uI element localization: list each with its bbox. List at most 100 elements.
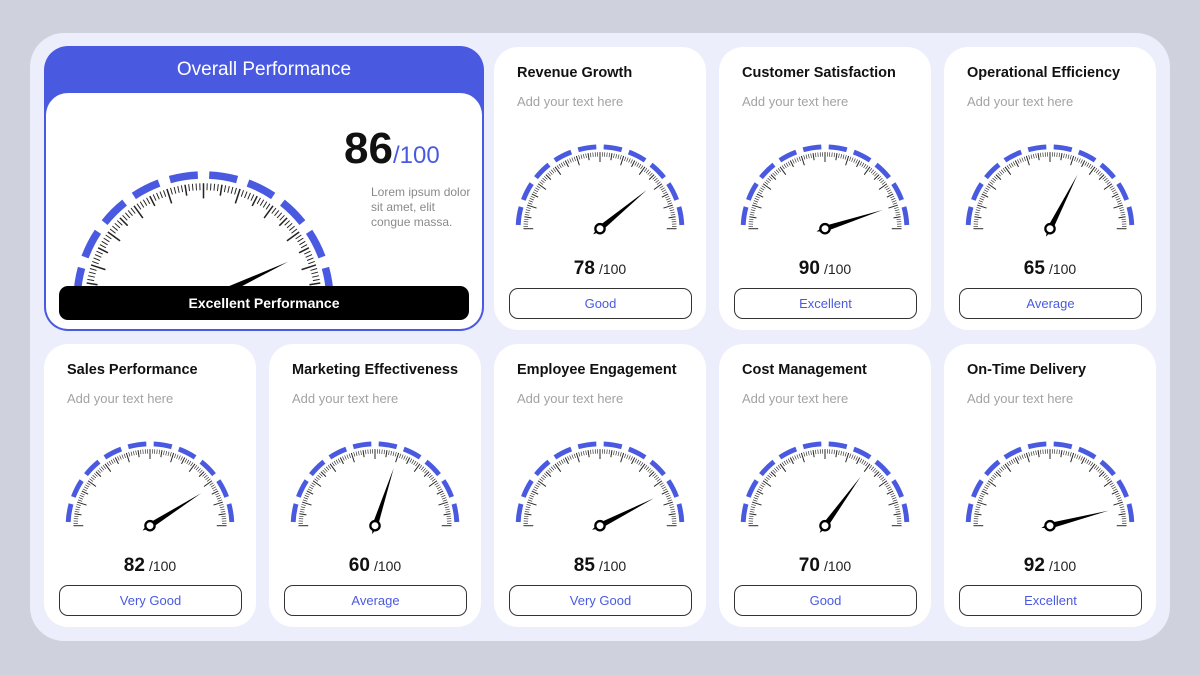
gauge-tick <box>442 499 448 502</box>
gauge-arc-segment <box>676 206 685 226</box>
gauge-tick <box>394 452 397 457</box>
gauge-arc-segment <box>965 503 974 523</box>
gauge-tick <box>1074 453 1077 458</box>
gauge-tick <box>1030 451 1033 456</box>
status-button[interactable]: Average <box>284 585 467 616</box>
card-subtitle: Add your text here <box>742 94 849 109</box>
gauge-tick <box>92 474 97 479</box>
card-subtitle: Add your text here <box>517 391 624 406</box>
gauge-tick <box>656 478 661 482</box>
gauge-tick <box>99 468 103 472</box>
gauge-tick <box>615 450 618 456</box>
gauge-tick <box>211 490 219 495</box>
gauge-tick <box>263 205 274 219</box>
gauge-arc-segment <box>177 446 197 460</box>
gauge-tick <box>749 216 757 219</box>
gauge-tick <box>666 497 672 500</box>
gauge-tick <box>317 474 322 479</box>
gauge-tick <box>533 189 539 193</box>
score-value: 90 <box>798 258 820 279</box>
gauge-tick <box>388 450 390 455</box>
status-button[interactable]: Very Good <box>59 585 242 616</box>
gauge-tick <box>312 275 320 278</box>
gauge-tick <box>119 455 122 460</box>
gauge-tick <box>210 484 215 488</box>
gauge-tick <box>96 250 103 255</box>
gauge-tick <box>895 211 900 214</box>
status-button[interactable]: Excellent <box>734 288 917 319</box>
gauge-arc-segment <box>328 446 348 460</box>
gauge-tick <box>575 452 580 463</box>
gauge-tick <box>75 508 80 511</box>
gauge-tick <box>114 457 119 465</box>
gauge-tick <box>114 222 121 229</box>
gauge-tick <box>550 169 555 174</box>
gauge-tick <box>327 465 332 469</box>
overall-card-body: 86/100 Lorem ipsum dolor sit amet, elit … <box>46 93 482 329</box>
gauge-tick <box>1010 162 1014 167</box>
score-max: /100 <box>1048 261 1077 277</box>
gauge-pivot <box>1044 222 1056 235</box>
status-button[interactable]: Average <box>959 288 1142 319</box>
gauge-tick <box>855 159 858 164</box>
card-subtitle: Add your text here <box>292 391 399 406</box>
gauge-tick <box>993 473 998 477</box>
gauge-tick <box>987 183 997 190</box>
gauge-tick <box>1097 468 1101 472</box>
gauge-tick <box>861 162 865 167</box>
status-button[interactable]: Very Good <box>509 585 692 616</box>
status-button[interactable]: Good <box>734 585 917 616</box>
overall-score-value: 86 <box>344 124 393 173</box>
gauge-tick <box>613 153 615 158</box>
gauge-tick <box>300 506 306 509</box>
gauge-tick <box>140 449 142 455</box>
gauge-tick <box>610 153 613 161</box>
gauge-arc-segment <box>305 229 326 259</box>
gauge-tick <box>582 153 585 159</box>
gauge-tick <box>1097 171 1101 175</box>
gauge-tick <box>880 476 885 481</box>
gauge-tick <box>355 451 358 456</box>
gauge-tick <box>441 497 447 500</box>
gauge-tick <box>1113 204 1123 209</box>
gauge-tick <box>653 474 658 479</box>
gauge-arc-segment <box>891 182 904 201</box>
gauge-tick <box>1102 176 1107 180</box>
gauge-arc-segment <box>521 479 534 498</box>
gauge-tick <box>888 204 898 209</box>
card-score: 78/100 <box>494 258 706 280</box>
gauge-tick <box>102 465 107 469</box>
gauge-tick <box>274 210 280 216</box>
gauge-tick <box>251 195 258 207</box>
gauge-tick <box>752 501 762 506</box>
gauge-tick <box>344 455 347 460</box>
status-button[interactable]: Excellent <box>959 585 1142 616</box>
gauge-arc-segment <box>127 441 147 450</box>
gauge-arc-segment <box>65 503 74 523</box>
gauge-arc-segment <box>1053 144 1073 153</box>
gauge-tick <box>1120 214 1126 216</box>
card-title: Employee Engagement <box>517 362 677 378</box>
gauge-tick <box>219 506 225 509</box>
gauge-tick <box>1017 159 1020 164</box>
gauge-tick <box>760 484 765 488</box>
gauge-tick <box>990 476 995 481</box>
gauge-tick <box>97 247 109 254</box>
gauge-tick <box>299 515 304 517</box>
gauge-tick <box>861 459 865 464</box>
gauge-tick <box>1010 459 1014 464</box>
gauge-tick <box>132 450 135 456</box>
gauge-arc-segment <box>828 441 848 450</box>
gauge-tick <box>750 506 756 509</box>
gauge-tick <box>174 453 177 458</box>
gauge-tick <box>756 490 764 495</box>
gauge-pivot <box>144 519 156 532</box>
gauge-tick <box>558 163 562 169</box>
gauge-tick <box>1086 459 1090 464</box>
gauge-tick <box>1037 153 1040 161</box>
overall-score-max: /100 <box>392 142 440 169</box>
status-button[interactable]: Good <box>509 288 692 319</box>
gauge-tick <box>634 458 638 463</box>
gauge-tick <box>631 160 636 168</box>
gauge-tick <box>1118 513 1126 516</box>
